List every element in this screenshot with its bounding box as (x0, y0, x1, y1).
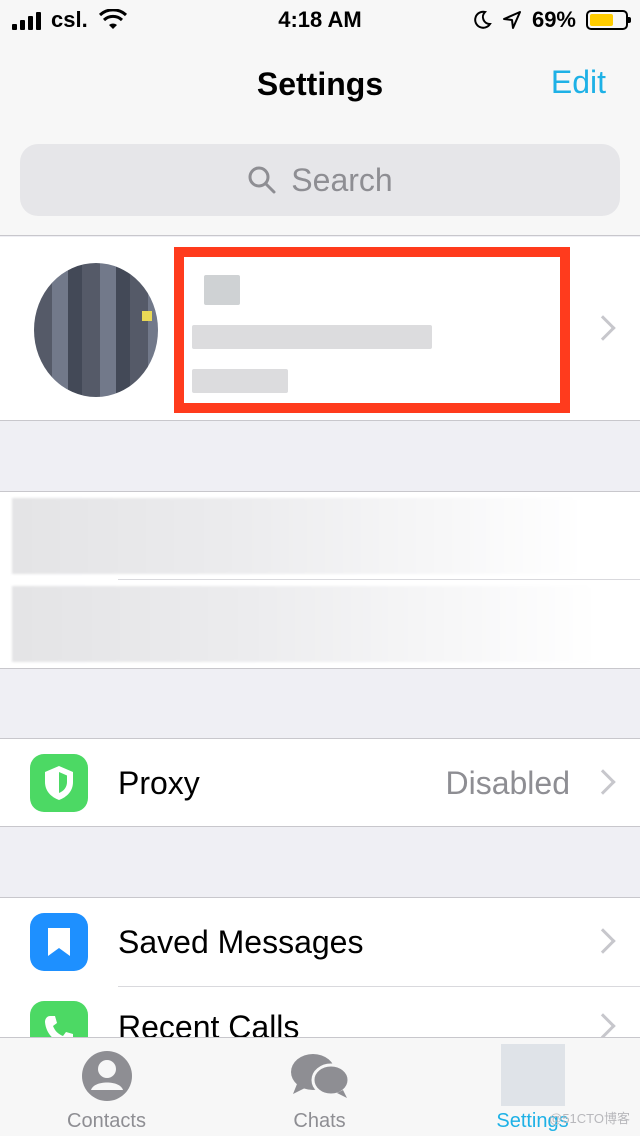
profile-row[interactable] (0, 237, 640, 421)
watermark: @51CTO博客 (549, 1111, 630, 1126)
chevron-right-icon (590, 1013, 616, 1039)
status-bar: csl. 4:18 AM 69% (0, 0, 640, 40)
redacted-name (204, 275, 240, 305)
person-icon (81, 1051, 132, 1101)
chevron-right-icon (590, 928, 616, 954)
status-time: 4:18 AM (278, 7, 362, 32)
navigation-bar: Settings Edit (0, 40, 640, 128)
page-title: Settings (256, 65, 384, 102)
search-placeholder: Search (291, 161, 393, 198)
tab-chats[interactable]: Chats (213, 1038, 426, 1136)
blurred-section (0, 491, 640, 669)
tab-chats-label: Chats (293, 1110, 346, 1132)
carrier-label: csl. (51, 7, 88, 32)
row-divider (118, 579, 640, 580)
proxy-label: Proxy (118, 765, 200, 801)
battery-percent: 69% (531, 7, 576, 32)
tab-contacts-label: Contacts (67, 1110, 146, 1132)
blurred-row (12, 586, 597, 662)
list-item-saved-messages[interactable]: Saved Messages (0, 898, 640, 986)
redacted-phone (192, 325, 432, 349)
blurred-row (12, 498, 582, 574)
shield-icon (30, 754, 88, 812)
battery-icon (586, 10, 631, 30)
edit-button[interactable]: Edit (551, 64, 606, 101)
moon-icon (474, 10, 492, 29)
chat-bubbles-icon (290, 1054, 350, 1098)
proxy-value: Disabled (445, 765, 570, 801)
location-arrow-icon (502, 11, 521, 29)
search-container: Search (0, 128, 640, 236)
signal-bars-icon (12, 10, 41, 30)
bookmark-icon (30, 913, 88, 971)
search-input[interactable]: Search (20, 144, 620, 216)
tab-bar: Contacts Chats Settings (0, 1037, 640, 1136)
settings-icon (500, 1044, 565, 1106)
status-left: csl. (12, 7, 232, 33)
saved-messages-label: Saved Messages (118, 924, 364, 960)
chevron-right-icon (590, 315, 616, 341)
redacted-username (192, 369, 288, 393)
chevron-right-icon (590, 769, 616, 795)
search-icon (248, 166, 276, 194)
highlight-box (174, 247, 570, 413)
tab-contacts[interactable]: Contacts (0, 1038, 213, 1136)
wifi-icon (98, 9, 127, 29)
messages-section: Saved Messages Recent Calls (0, 897, 640, 1059)
proxy-row[interactable]: Proxy Disabled (0, 738, 640, 827)
status-right: 69% (408, 7, 631, 33)
avatar (34, 263, 158, 397)
